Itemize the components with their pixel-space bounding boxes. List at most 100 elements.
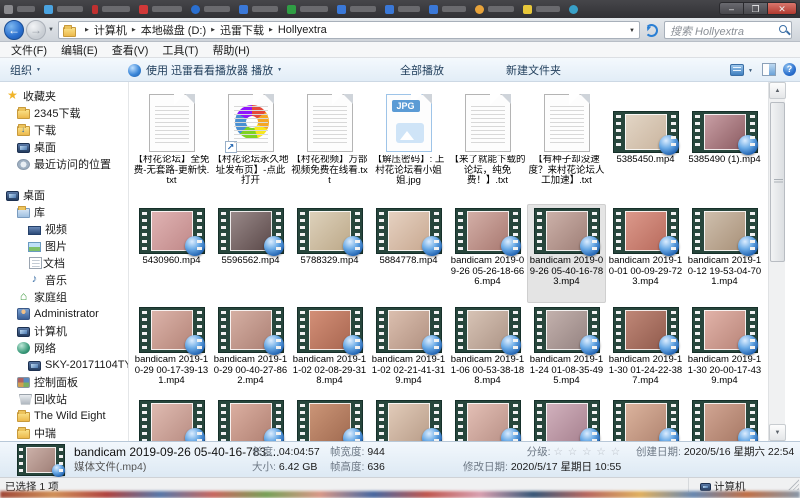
file-item[interactable]: 5788329.mp4 [290,204,369,303]
file-item[interactable] [132,400,211,441]
file-item[interactable]: 【村花视频】万部视频免费在线看.txt [290,87,369,203]
menu-item[interactable]: 查看(V) [105,42,156,58]
sidebar-item-图片[interactable]: 图片 [0,237,128,254]
menu-item[interactable]: 帮助(H) [205,42,256,58]
taskbar-app[interactable] [385,5,420,14]
file-item[interactable]: bandicam 2019-11-30 01-24-22-387.mp4 [606,303,685,400]
sidebar-item-SKY-20171104TY[interactable]: SKY-20171104TY [0,356,128,373]
file-item[interactable]: bandicam 2019-11-06 00-53-38-188.mp4 [448,303,527,400]
search-input[interactable] [665,24,771,40]
scrollbar-thumb[interactable] [770,102,785,262]
maximize-button[interactable]: ❐ [743,2,767,15]
change-view-caret-icon[interactable]: ▼ [748,68,753,74]
nav-history-caret-icon[interactable]: ▼ [48,27,54,33]
organize-button[interactable]: 组织 ▼ [10,58,41,82]
taskbar-app[interactable] [139,5,182,14]
address-dropdown-icon[interactable]: ▼ [629,28,635,34]
taskbar-app[interactable] [92,5,130,14]
file-item[interactable] [606,400,685,441]
menu-item[interactable]: 工具(T) [155,42,205,58]
preview-pane-button[interactable] [762,63,776,76]
breadcrumb-item[interactable]: 计算机 [94,22,127,38]
menu-item[interactable]: 编辑(E) [54,42,105,58]
taskbar-app[interactable] [4,5,35,14]
sidebar-item-视频[interactable]: 视频 [0,220,128,237]
file-item[interactable]: 【村花论坛】全免费-无套路-更新快.txt [132,87,211,203]
breadcrumb-item[interactable]: 迅雷下载 [220,22,264,38]
file-item[interactable]: bandicam 2019-10-01 00-09-29-723.mp4 [606,204,685,303]
taskbar-app[interactable] [191,5,230,14]
resize-grip[interactable] [788,479,799,490]
sidebar-item-最近访问的位置[interactable]: 最近访问的位置 [0,155,128,172]
sidebar-item-网络[interactable]: 网络 [0,339,128,356]
file-item[interactable]: bandicam 2019-09-26 05-40-16-783.mp4 [527,204,606,303]
breadcrumb-item[interactable]: Hollyextra [278,24,327,36]
sidebar-item-收藏夹[interactable]: ★收藏夹 [0,87,128,104]
file-item[interactable] [369,400,448,441]
file-item[interactable] [290,400,369,441]
taskbar-app[interactable] [429,5,466,14]
file-item[interactable]: bandicam 2019-10-29 00-17-39-131.mp4 [132,303,211,400]
sidebar-item-回收站[interactable]: 回收站 [0,390,128,407]
sidebar-item-桌面[interactable]: 桌面 [0,138,128,155]
file-item[interactable]: 5596562.mp4 [211,204,290,303]
file-item[interactable]: bandicam 2019-11-02 02-08-29-318.mp4 [290,303,369,400]
play-with-player-button[interactable]: 使用 迅雷看看播放器 播放 ▼ [128,58,282,82]
close-button[interactable]: ✕ [767,2,797,15]
sidebar-item-文档[interactable]: 文档 [0,254,128,271]
vertical-scrollbar[interactable]: ▲ ▼ [768,82,785,441]
taskbar-app[interactable] [44,5,83,14]
sidebar-item-Administrator[interactable]: Administrator [0,305,128,322]
file-item[interactable]: JPG【解压密码】: 上村花论坛看小姐姐.jpg [369,87,448,203]
file-item[interactable]: 5385450.mp4 [606,87,685,203]
file-item[interactable]: bandicam 2019-11-02 02-21-41-319.mp4 [369,303,448,400]
taskbar-app[interactable] [239,5,278,14]
change-view-button[interactable] [730,64,744,76]
file-item[interactable] [211,400,290,441]
file-item[interactable]: ↗【村花论坛永久地址发布页】-点此打开 [211,87,290,203]
breadcrumb[interactable]: ▶计算机▶本地磁盘 (D:)▶迅雷下载▶Hollyextra ▼ [58,21,640,39]
sidebar-item-库[interactable]: 库 [0,203,128,220]
back-button[interactable]: ← [4,20,24,40]
file-item[interactable]: bandicam 2019-10-12 19-53-04-701.mp4 [685,204,764,303]
taskbar-app[interactable] [287,5,328,14]
taskbar-app[interactable] [475,5,514,14]
file-item[interactable]: 5385490 (1).mp4 [685,87,764,203]
taskbar-app[interactable] [337,5,376,14]
taskbar-app[interactable] [569,5,578,14]
sidebar-item-家庭组[interactable]: ⌂家庭组 [0,288,128,305]
scroll-down-icon[interactable]: ▼ [769,424,786,441]
sidebar-item-中瑞[interactable]: 中瑞 [0,424,128,441]
file-item[interactable] [448,400,527,441]
sidebar-item-下载[interactable]: 下载 [0,121,128,138]
minimize-button[interactable]: – [719,2,743,15]
file-item[interactable] [685,400,764,441]
file-item[interactable]: 【有种子却没速度？来村花论坛人工加速】.txt [527,87,606,203]
refresh-button[interactable] [644,23,659,38]
file-item[interactable]: 5884778.mp4 [369,204,448,303]
sidebar-item-2345下载[interactable]: 2345下载 [0,104,128,121]
file-item[interactable]: 【来了就能下载的论坛，纯免费！】.txt [448,87,527,203]
help-button[interactable]: ? [783,63,796,76]
sidebar-item-桌面[interactable]: 桌面 [0,186,128,203]
file-item[interactable]: bandicam 2019-11-24 01-08-35-495.mp4 [527,303,606,400]
file-item[interactable]: bandicam 2019-11-30 20-00-17-439.mp4 [685,303,764,400]
sidebar-item-控制面板[interactable]: 控制面板 [0,373,128,390]
scroll-up-icon[interactable]: ▲ [769,82,786,99]
file-item-label: bandicam 2019-10-12 19-53-04-701.mp4 [686,256,763,288]
breadcrumb-item[interactable]: 本地磁盘 (D:) [141,22,206,38]
file-item[interactable]: bandicam 2019-09-26 05-26-18-666.mp4 [448,204,527,303]
taskbar-app[interactable] [523,5,560,14]
sidebar-item-The Wild Eight[interactable]: The Wild Eight [0,407,128,424]
video-thumbnail [140,401,204,441]
rating-stars[interactable]: ☆ ☆ ☆ ☆ ☆ [553,446,621,458]
file-item[interactable]: bandicam 2019-10-29 00-40-27-862.mp4 [211,303,290,400]
play-all-button[interactable]: 全部播放 [400,58,444,82]
forward-button[interactable]: → [26,20,46,40]
sidebar-item-音乐[interactable]: ♪音乐 [0,271,128,288]
file-item[interactable]: 5430960.mp4 [132,204,211,303]
file-item[interactable] [527,400,606,441]
new-folder-button[interactable]: 新建文件夹 [506,58,561,82]
menu-item[interactable]: 文件(F) [4,42,54,58]
sidebar-item-计算机[interactable]: 计算机 [0,322,128,339]
